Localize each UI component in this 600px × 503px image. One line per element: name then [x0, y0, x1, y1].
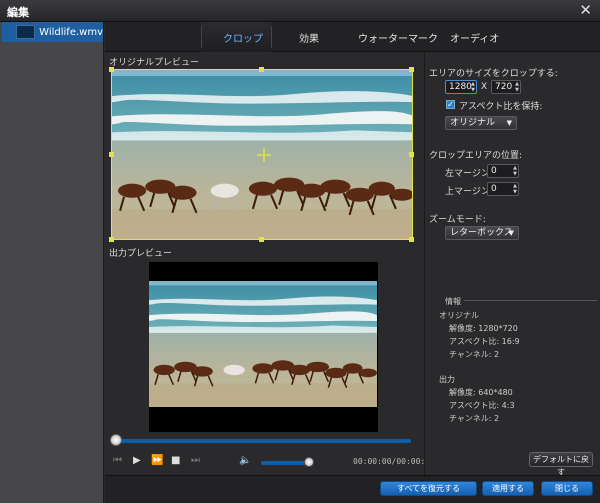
info-output-resolution: 解像度: 640*480 [449, 388, 513, 397]
crop-handle[interactable] [409, 152, 414, 157]
crosshair-icon [257, 148, 271, 162]
stop-icon[interactable]: ■ [171, 455, 180, 466]
crop-handle[interactable] [109, 237, 114, 242]
stepper-arrows-icon[interactable]: ▲ ▼ [513, 165, 517, 177]
original-preview-label: オリジナルプレビュー [109, 58, 200, 68]
tab-effects[interactable]: 効果 [299, 30, 319, 45]
prev-frame-icon[interactable]: ⏮ [113, 455, 122, 466]
crop-height-stepper[interactable]: 720 ▲ ▼ [491, 80, 521, 94]
fast-forward-icon[interactable]: ⏩ [151, 455, 163, 466]
info-original-resolution: 解像度: 1280*720 [449, 324, 518, 333]
chevron-down-icon: ▼ [508, 229, 514, 237]
crop-height-value: 720 [495, 82, 513, 92]
tab-audio[interactable]: オーディオ [450, 30, 499, 45]
info-original-heading: オリジナル [439, 311, 479, 320]
keep-aspect-checkbox[interactable]: ✓ [446, 100, 455, 109]
left-margin-label: 左マージン: [445, 169, 493, 179]
tab-crop[interactable]: クロップ [223, 30, 263, 45]
crop-handle[interactable] [409, 237, 414, 242]
stepper-arrows-icon[interactable]: ▲ ▼ [471, 81, 475, 93]
apply-button[interactable]: 適用する [482, 481, 534, 496]
info-original-channels: チャンネル: 2 [449, 350, 500, 359]
crop-width-stepper[interactable]: 1280 ▲ ▼ [445, 80, 477, 94]
progress-track[interactable] [115, 439, 411, 443]
crop-handle[interactable] [259, 237, 264, 242]
crop-area-size-label: エリアのサイズをクロップする: [429, 69, 558, 79]
aspect-ratio-selected: オリジナル [450, 118, 496, 128]
zoom-mode-label: ズームモード: [429, 215, 486, 225]
top-margin-label: 上マージン: [445, 187, 493, 197]
left-margin-stepper[interactable]: 0 ▲ ▼ [487, 164, 519, 178]
output-video-frame [149, 281, 377, 407]
info-heading: 情報 [445, 296, 464, 307]
output-preview [149, 281, 377, 407]
tab-watermark[interactable]: ウォーターマーク [358, 30, 438, 45]
preview-pane: オリジナルプレビュー 出力プレビュー ⏮ ▶ ⏩ ■ ⏭ 🔈 00:00:00/… [105, 52, 435, 475]
original-preview[interactable] [111, 69, 413, 240]
volume-track[interactable] [261, 461, 309, 465]
aspect-ratio-dropdown[interactable]: オリジナル ▼ [445, 116, 517, 130]
crop-handle[interactable] [109, 152, 114, 157]
top-margin-stepper[interactable]: 0 ▲ ▼ [487, 182, 519, 196]
info-divider [445, 300, 597, 301]
video-thumbnail [16, 25, 36, 39]
playback-time: 00:00:00/00:00:30 [353, 457, 435, 466]
chevron-down-icon: ▼ [506, 119, 512, 127]
info-original-aspect: アスペクト比: 16:9 [449, 337, 520, 346]
file-name: Wildlife.wmv [39, 26, 103, 38]
output-preview-label: 出力プレビュー [109, 249, 173, 259]
zoom-mode-dropdown[interactable]: レターボックス ▼ [445, 226, 519, 240]
window-title: 編集 [7, 6, 29, 19]
crop-handle[interactable] [409, 67, 414, 72]
volume-knob[interactable] [303, 457, 314, 467]
tab-bar: クロップ 効果 ウォーターマーク オーディオ [105, 22, 600, 52]
crop-handle[interactable] [259, 67, 264, 72]
crop-handle[interactable] [109, 67, 114, 72]
footer-bar: すべてを復元する 適用する 閉じる [105, 475, 600, 503]
volume-icon[interactable]: 🔈 [239, 455, 251, 466]
left-margin-value: 0 [491, 166, 497, 176]
crop-position-label: クロップエリアの位置: [429, 151, 523, 161]
settings-pane: エリアのサイズをクロップする: 1280 ▲ ▼ X 720 ▲ ▼ ✓ アスペクト… [424, 52, 600, 477]
info-output-heading: 出力 [439, 375, 455, 384]
reset-default-button[interactable]: デフォルトに戻す [529, 452, 593, 477]
top-margin-value: 0 [491, 184, 497, 194]
player-controls: ⏮ ▶ ⏩ ■ ⏭ 🔈 00:00:00/00:00:30 [105, 450, 435, 474]
tab-separator [201, 26, 202, 48]
play-icon[interactable]: ▶ [133, 455, 141, 466]
crop-width-value: 1280 [449, 82, 472, 92]
info-output-aspect: アスペクト比: 4:3 [449, 401, 515, 410]
file-list: Wildlife.wmv [0, 22, 104, 503]
info-output-channels: チャンネル: 2 [449, 414, 500, 423]
stepper-arrows-icon[interactable]: ▲ ▼ [515, 81, 519, 93]
next-frame-icon[interactable]: ⏭ [191, 455, 200, 466]
progress-knob[interactable] [110, 434, 122, 446]
tab-separator [271, 26, 272, 48]
zoom-mode-selected: レターボックス [450, 228, 513, 238]
file-list-item[interactable]: Wildlife.wmv [2, 22, 103, 42]
restore-all-button[interactable]: すべてを復元する [380, 481, 477, 496]
size-separator: X [481, 82, 488, 92]
close-button[interactable]: 閉じる [541, 481, 593, 496]
keep-aspect-label: アスペクト比を保持: [459, 102, 543, 112]
stepper-arrows-icon[interactable]: ▲ ▼ [513, 183, 517, 195]
close-icon[interactable]: ✕ [579, 2, 592, 18]
title-bar: 編集 ✕ [0, 0, 600, 22]
